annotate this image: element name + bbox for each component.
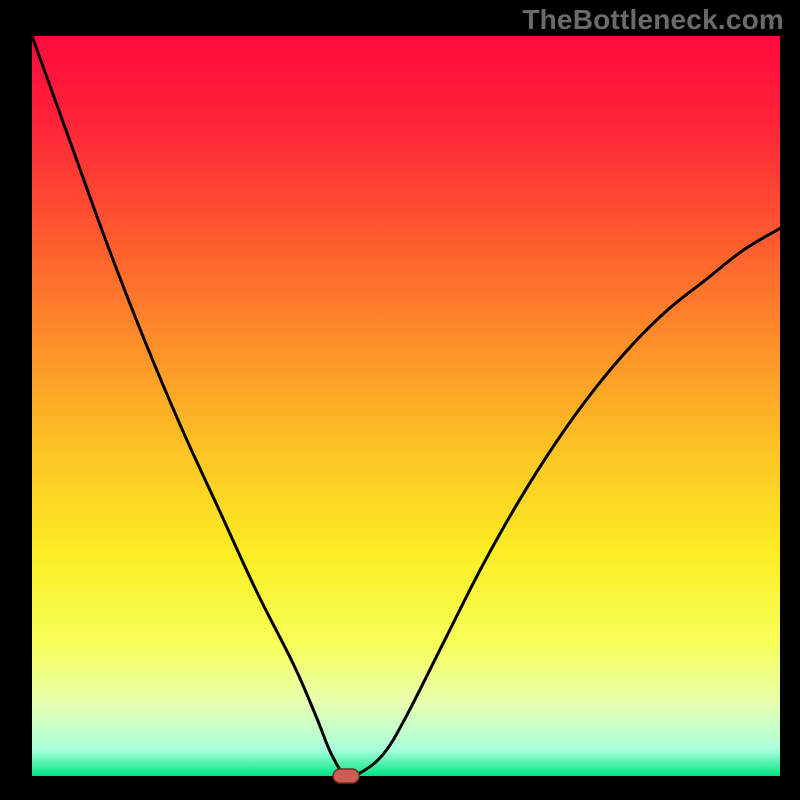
bottleneck-plot [0,0,800,800]
watermark-label: TheBottleneck.com [522,4,784,36]
plot-area [32,36,780,776]
optimal-point-marker [333,769,359,783]
chart-frame: TheBottleneck.com [0,0,800,800]
